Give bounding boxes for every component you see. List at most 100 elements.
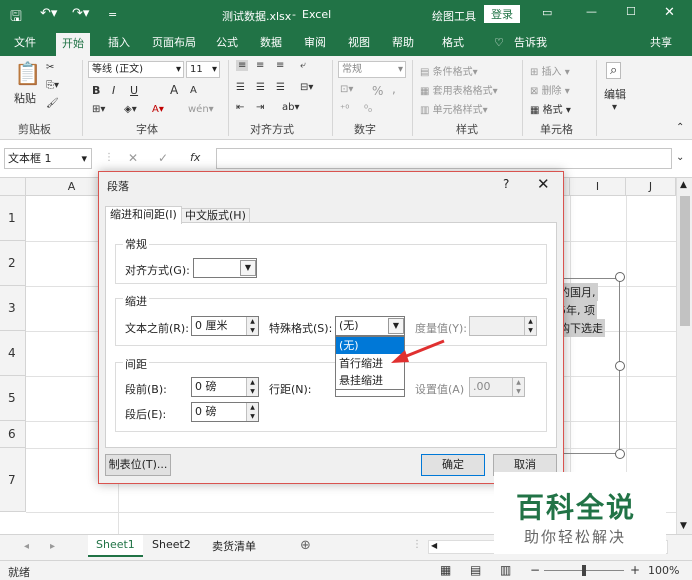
text-box-shape[interactable]: 的国月, 5年, 项 购下选走 xyxy=(557,278,620,454)
row-header-2[interactable]: 2 xyxy=(0,241,26,286)
tab-view[interactable]: 视图 xyxy=(348,30,370,56)
column-header-j[interactable]: J xyxy=(626,178,676,196)
share-button[interactable]: 共享 xyxy=(650,30,672,56)
quick-access-menu-icon[interactable]: = xyxy=(108,8,117,21)
currency-icon[interactable]: ⊡▾ xyxy=(340,84,353,95)
align-left-icon[interactable]: ☰ xyxy=(236,82,245,93)
normal-view-icon[interactable]: ▦ xyxy=(440,563,451,577)
paste-button[interactable]: 粘贴 xyxy=(14,90,36,106)
confirm-entry-icon[interactable]: ✓ xyxy=(158,151,168,165)
insert-cells-button[interactable]: ⊞ 插入 ▾ xyxy=(530,63,570,78)
vertical-scrollbar[interactable]: ▲ ▼ xyxy=(676,178,692,534)
zoom-in-icon[interactable]: + xyxy=(630,563,640,577)
row-header-1[interactable]: 1 xyxy=(0,196,26,241)
comma-button[interactable]: , xyxy=(392,82,396,96)
undo-icon[interactable]: ↶▾ xyxy=(40,6,57,21)
prev-sheet-icon[interactable]: ◂ xyxy=(24,541,29,552)
column-header-i[interactable]: I xyxy=(570,178,626,196)
wrap-text-icon[interactable]: ⤶ xyxy=(300,60,306,71)
scroll-down-icon[interactable]: ▼ xyxy=(680,521,687,531)
percent-button[interactable]: % xyxy=(372,84,383,98)
format-cells-button[interactable]: ▦ 格式 ▾ xyxy=(530,101,571,116)
align-bottom-icon[interactable]: ≡ xyxy=(276,60,284,71)
minimize-icon[interactable]: — xyxy=(586,5,597,18)
insert-function-button[interactable]: fx xyxy=(190,151,200,164)
collapse-ribbon-icon[interactable]: ⌃ xyxy=(676,122,684,133)
maximize-icon[interactable]: ☐ xyxy=(626,5,636,18)
tab-home[interactable]: 开始 xyxy=(56,33,90,56)
row-header-3[interactable]: 3 xyxy=(0,286,26,331)
page-break-view-icon[interactable]: ▥ xyxy=(500,563,511,577)
cancel-entry-icon[interactable]: ✕ xyxy=(128,151,138,165)
merge-icon[interactable]: ⊟▾ xyxy=(300,82,313,93)
alignment-select[interactable]: ▼ xyxy=(193,258,257,278)
align-top-icon[interactable]: ≡ xyxy=(236,60,249,71)
border-icon[interactable]: ⊞▾ xyxy=(92,104,105,115)
delete-cells-button[interactable]: ⊠ 删除 ▾ xyxy=(530,82,570,97)
font-size-select[interactable]: 11 ▾ xyxy=(186,61,220,78)
name-box[interactable]: 文本框 1 ▾ xyxy=(4,148,92,169)
resize-handle[interactable] xyxy=(615,272,625,282)
underline-button[interactable]: U xyxy=(130,84,138,97)
option-first-line-indent[interactable]: 首行缩进 xyxy=(336,355,383,372)
format-painter-icon[interactable]: 🖌 xyxy=(46,98,59,109)
scroll-left-icon[interactable]: ◀ xyxy=(431,541,437,550)
space-before-input[interactable]: 0 磅 ▲ ▼ xyxy=(191,377,259,397)
close-window-icon[interactable]: ✕ xyxy=(664,5,675,20)
sheet-bar-splitter-icon[interactable]: ⋮ xyxy=(412,539,422,550)
conditional-format-button[interactable]: ▤ 条件格式▾ xyxy=(420,63,478,78)
decrease-decimal-icon[interactable]: ⁰₀ xyxy=(364,104,372,115)
increase-indent-icon[interactable]: ⇥ xyxy=(256,102,264,113)
tab-formulas[interactable]: 公式 xyxy=(216,30,238,56)
ok-button[interactable]: 确定 xyxy=(421,454,485,476)
tab-page-layout[interactable]: 页面布局 xyxy=(152,30,196,56)
resize-handle[interactable] xyxy=(615,361,625,371)
number-format-select[interactable]: 常规 ▾ xyxy=(338,61,406,78)
sheet-tab-sales-list[interactable]: 卖货清单 xyxy=(212,538,256,554)
increase-font-button[interactable]: A xyxy=(170,83,178,97)
format-as-table-button[interactable]: ▦ 套用表格格式▾ xyxy=(420,82,498,97)
decrease-font-button[interactable]: A xyxy=(190,85,197,96)
tab-data[interactable]: 数据 xyxy=(260,30,282,56)
tab-format[interactable]: 格式 xyxy=(442,30,464,56)
resize-handle[interactable] xyxy=(615,449,625,459)
zoom-level[interactable]: 100% xyxy=(648,564,679,577)
space-after-input[interactable]: 0 磅 ▲ ▼ xyxy=(191,402,259,422)
row-header-6[interactable]: 6 xyxy=(0,421,26,448)
dialog-close-icon[interactable]: ✕ xyxy=(537,175,550,193)
paste-icon[interactable]: 📋 xyxy=(14,62,41,87)
tab-chinese-layout[interactable]: 中文版式(H) xyxy=(181,208,250,223)
tab-insert[interactable]: 插入 xyxy=(108,30,130,56)
fill-color-icon[interactable]: ◈▾ xyxy=(124,104,137,115)
italic-button[interactable]: I xyxy=(112,84,115,97)
expand-formula-icon[interactable]: ⌄ xyxy=(676,152,684,163)
align-center-icon[interactable]: ☰ xyxy=(256,82,265,93)
cell-styles-button[interactable]: ▥ 单元格样式▾ xyxy=(420,101,488,116)
sheet-tab-sheet1[interactable]: Sheet1 xyxy=(88,535,143,557)
help-button[interactable]: ? xyxy=(503,177,509,191)
redo-icon[interactable]: ↷▾ xyxy=(72,6,89,21)
save-icon[interactable]: 🖫 xyxy=(10,6,22,30)
align-right-icon[interactable]: ☰ xyxy=(276,82,285,93)
align-middle-icon[interactable]: ≡ xyxy=(256,60,264,71)
increase-decimal-icon[interactable]: ⁺⁰ xyxy=(340,104,349,115)
special-format-select[interactable]: (无) ▼ xyxy=(335,316,405,336)
spinner-icon[interactable]: ▲ ▼ xyxy=(246,317,258,335)
zoom-out-icon[interactable]: − xyxy=(530,563,540,577)
next-sheet-icon[interactable]: ▸ xyxy=(50,541,55,552)
spinner-icon[interactable]: ▲ ▼ xyxy=(246,378,258,396)
tab-stops-button[interactable]: 制表位(T)... xyxy=(105,454,171,476)
ribbon-display-icon[interactable]: ▭ xyxy=(542,6,552,19)
before-text-input[interactable]: 0 厘米 ▲ ▼ xyxy=(191,316,259,336)
editing-button[interactable]: 编辑 xyxy=(604,86,626,102)
font-name-select[interactable]: 等线 (正文) ▾ xyxy=(88,61,184,78)
page-layout-view-icon[interactable]: ▤ xyxy=(470,563,481,577)
orientation-icon[interactable]: ab▾ xyxy=(282,102,300,113)
tab-file[interactable]: 文件 xyxy=(14,30,36,56)
chevron-down-icon[interactable]: ▼ xyxy=(388,318,404,334)
scrollbar-thumb[interactable] xyxy=(680,196,690,326)
bold-button[interactable]: B xyxy=(92,84,100,97)
formula-input[interactable] xyxy=(216,148,672,169)
cut-icon[interactable]: ✂ xyxy=(46,62,54,73)
option-hanging-indent[interactable]: 悬挂缩进 xyxy=(336,372,383,389)
